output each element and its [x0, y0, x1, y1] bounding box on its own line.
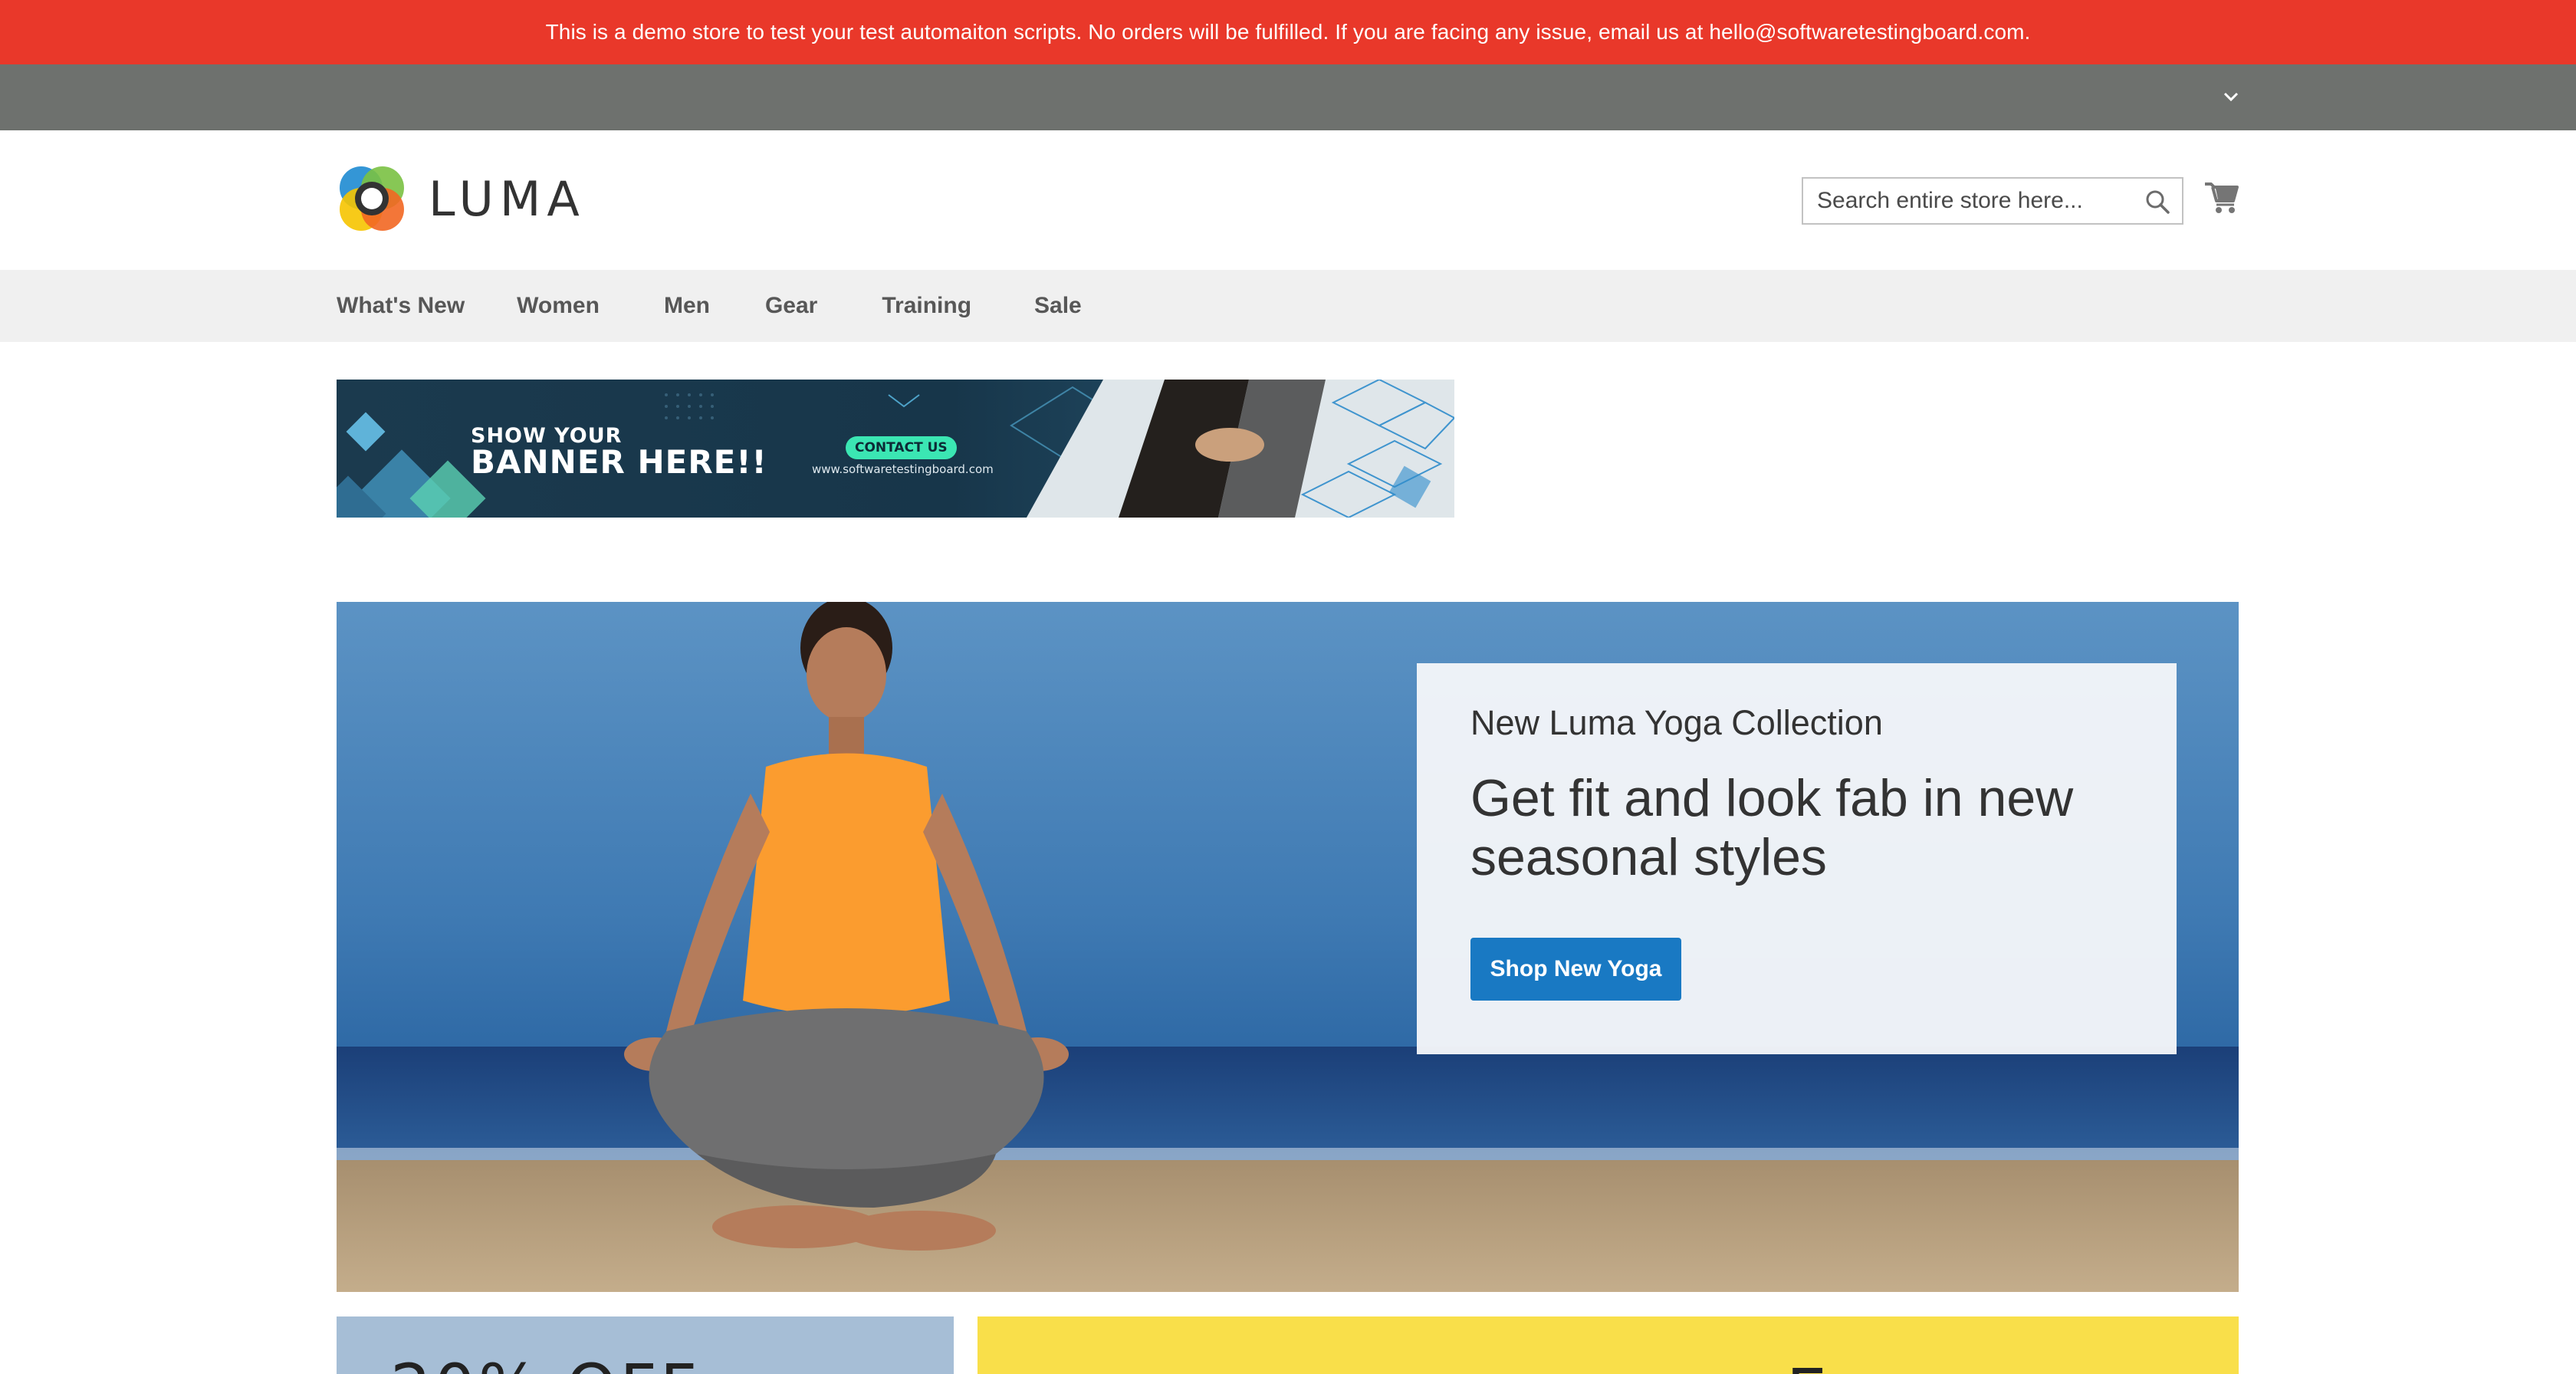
- promo-tile-right-text: E: [1786, 1355, 1827, 1374]
- hero-promo-card: New Luma Yoga Collection Get fit and loo…: [1417, 663, 2177, 1054]
- nav-item-sale[interactable]: Sale: [1034, 293, 1082, 319]
- cart-icon[interactable]: [2203, 179, 2240, 215]
- demo-notice-bar: This is a demo store to test your test a…: [0, 0, 2576, 64]
- promo-tile-left-text: 20% OFF: [390, 1350, 700, 1374]
- hero-subtitle: New Luma Yoga Collection: [1470, 703, 1883, 742]
- promo-contact-button[interactable]: CONTACT US: [846, 436, 957, 459]
- nav-item-whats-new[interactable]: What's New: [337, 293, 465, 319]
- nav-item-gear[interactable]: Gear: [765, 293, 817, 319]
- promo-tile-left[interactable]: 20% OFF: [337, 1316, 954, 1374]
- promo-url-text: www.softwaretestingboard.com: [812, 462, 994, 476]
- shop-new-yoga-button[interactable]: Shop New Yoga: [1470, 938, 1681, 1001]
- hero-title: Get fit and look fab in new seasonal sty…: [1470, 769, 2074, 886]
- demo-notice-text: This is a demo store to test your test a…: [545, 20, 2031, 44]
- luma-logo[interactable]: LUMA: [337, 163, 586, 234]
- hero-banner: New Luma Yoga Collection Get fit and loo…: [337, 602, 2239, 1292]
- nav-item-training[interactable]: Training: [882, 293, 971, 319]
- search-input[interactable]: [1803, 179, 2124, 222]
- promo-banner-line2: BANNER HERE!!: [471, 443, 767, 481]
- main-navigation: What's New Women Men Gear Training Sale: [0, 270, 2576, 342]
- logo-text: LUMA: [429, 170, 586, 227]
- chevron-down-icon: [2223, 92, 2239, 102]
- page-header: LUMA: [0, 130, 2576, 270]
- search-icon[interactable]: [2144, 188, 2171, 215]
- top-panel: [0, 64, 2576, 130]
- panel-toggle-button[interactable]: [2216, 81, 2246, 112]
- promo-tile-right[interactable]: E: [978, 1316, 2239, 1374]
- nav-item-men[interactable]: Men: [664, 293, 710, 319]
- luma-logo-mark: [340, 166, 404, 231]
- nav-item-women[interactable]: Women: [517, 293, 600, 319]
- search-box: [1802, 177, 2183, 225]
- promo-banner[interactable]: SHOW YOUR BANNER HERE!! CONTACT US www.s…: [337, 380, 1454, 518]
